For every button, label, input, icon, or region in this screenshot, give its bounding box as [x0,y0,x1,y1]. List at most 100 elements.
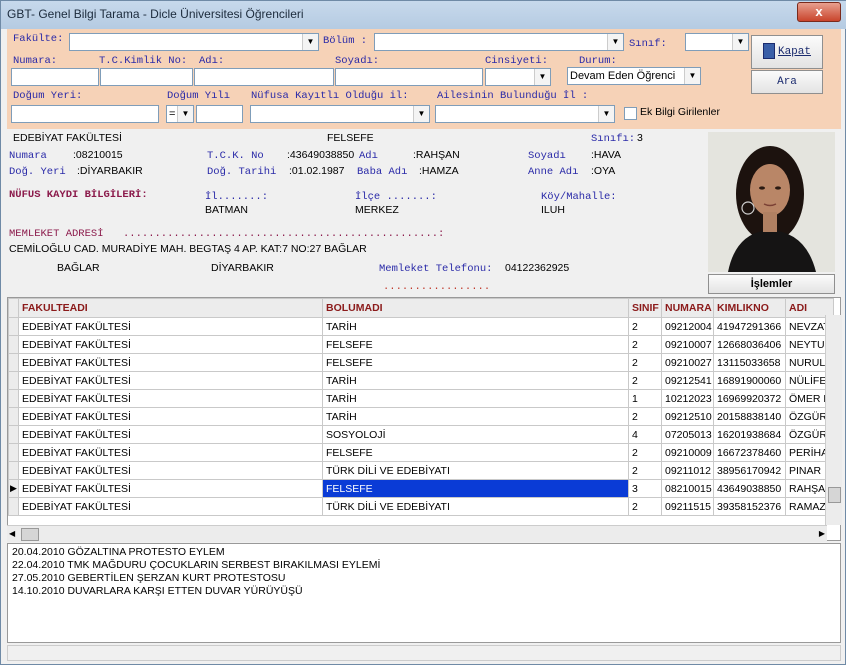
table-cell[interactable]: 4 [628,425,662,444]
column-header[interactable]: NUMARA [661,298,714,318]
scroll-left-arrow-icon[interactable]: ◀ [9,529,15,538]
soyadi-input[interactable] [335,68,483,86]
table-cell[interactable]: 09210027 [661,353,714,372]
table-cell[interactable]: 2 [628,497,662,516]
table-cell[interactable]: FELSEFE [322,443,629,462]
table-cell[interactable]: 09212004 [661,317,714,336]
nufus-il-select[interactable]: ▼ [250,105,430,123]
table-row[interactable]: EDEBİYAT FAKÜLTESİ TARİH 2 09212541 16891900… [8,371,834,390]
scroll-thumb[interactable] [828,487,841,503]
table-cell[interactable]: 2 [628,443,662,462]
column-header[interactable]: FAKULTEADI [18,298,323,318]
table-row[interactable]: EDEBİYAT FAKÜLTESİ TÜRK DİLİ VE EDEBİYATI… [8,461,834,480]
table-cell[interactable]: 2 [628,461,662,480]
table-row-selected[interactable]: ▶ EDEBİYAT FAKÜLTESİ FELSEFE 3 08210015 43649… [8,479,834,498]
dogum-yili-input[interactable] [196,105,243,123]
table-cell[interactable]: FELSEFE [322,353,629,372]
table-cell[interactable]: 09211515 [661,497,714,516]
table-row[interactable]: EDEBİYAT FAKÜLTESİ TARİH 1 10212023 16969920… [8,389,834,408]
table-cell[interactable]: 2 [628,353,662,372]
tc-input[interactable] [100,68,193,86]
table-cell[interactable]: 1 [628,389,662,408]
close-button[interactable]: x [797,2,841,22]
table-cell[interactable]: EDEBİYAT FAKÜLTESİ [18,497,323,516]
table-cell[interactable]: 10212023 [661,389,714,408]
table-row[interactable]: EDEBİYAT FAKÜLTESİ FELSEFE 2 09210027 131150… [8,353,834,372]
table-cell[interactable]: TARİH [322,317,629,336]
table-cell[interactable]: 2 [628,371,662,390]
table-row[interactable]: EDEBİYAT FAKÜLTESİ TARİH 2 09212510 20158838… [8,407,834,426]
table-cell[interactable]: FELSEFE [322,335,629,354]
table-row[interactable]: EDEBİYAT FAKÜLTESİ TARİH 2 09212004 41947291… [8,317,834,336]
table-cell[interactable]: EDEBİYAT FAKÜLTESİ [18,443,323,462]
table-cell[interactable]: EDEBİYAT FAKÜLTESİ [18,407,323,426]
table-cell[interactable]: TARİH [322,407,629,426]
table-cell[interactable]: 12668036406 [713,335,786,354]
dogum-yili-operator[interactable]: = ▼ [166,105,194,123]
kapat-button[interactable]: Kapat [751,35,823,69]
fakulte-select[interactable]: ▼ [69,33,319,51]
table-row[interactable]: EDEBİYAT FAKÜLTESİ FELSEFE 2 09210007 126680… [8,335,834,354]
islemler-button[interactable]: İşlemler [708,274,835,294]
table-cell[interactable]: 2 [628,317,662,336]
adi-input[interactable] [194,68,334,86]
aile-label: Ailesinin Bulunduğu İl : [437,90,589,102]
table-cell[interactable]: 09210007 [661,335,714,354]
table-cell[interactable]: TARİH [322,371,629,390]
table-cell[interactable]: 16891900060 [713,371,786,390]
dogum-yeri-label: Doğum Yeri: [13,90,83,102]
table-cell[interactable]: 08210015 [661,479,714,498]
scroll-right-arrow-icon[interactable]: ▶ [819,529,825,538]
row-indicator-header [8,298,19,318]
table-cell[interactable]: EDEBİYAT FAKÜLTESİ [18,425,323,444]
grid-horizontal-scrollbar[interactable]: ◀ ▶ [7,525,827,542]
table-cell[interactable]: 3 [628,479,662,498]
table-cell[interactable]: 16969920372 [713,389,786,408]
cinsiyet-select[interactable]: ▼ [485,68,551,86]
notes-memo[interactable]: 20.04.2010 GÖZALTINA PROTESTO EYLEM 22.0… [7,543,841,643]
table-cell[interactable]: 09211012 [661,461,714,480]
table-cell[interactable]: 20158838140 [713,407,786,426]
table-cell[interactable]: EDEBİYAT FAKÜLTESİ [18,389,323,408]
sinif-select[interactable]: ▼ [685,33,749,51]
table-cell[interactable]: EDEBİYAT FAKÜLTESİ [18,479,323,498]
table-cell[interactable]: EDEBİYAT FAKÜLTESİ [18,317,323,336]
table-cell[interactable]: 2 [628,407,662,426]
table-cell[interactable]: 38956170942 [713,461,786,480]
table-cell[interactable]: TARİH [322,389,629,408]
grid-vertical-scrollbar[interactable] [825,315,842,525]
table-cell[interactable]: 41947291366 [713,317,786,336]
table-cell[interactable]: SOSYOLOJİ [322,425,629,444]
dogum-yeri-input[interactable] [11,105,159,123]
table-cell[interactable]: EDEBİYAT FAKÜLTESİ [18,335,323,354]
table-cell[interactable]: 13115033658 [713,353,786,372]
table-row[interactable]: EDEBİYAT FAKÜLTESİ TÜRK DİLİ VE EDEBİYATI… [8,497,834,516]
column-header[interactable]: SINIF [628,298,662,318]
table-row[interactable]: EDEBİYAT FAKÜLTESİ SOSYOLOJİ 4 07205013 1620… [8,425,834,444]
column-header[interactable]: KIMLIKNO [713,298,786,318]
numara-input[interactable] [11,68,99,86]
table-cell[interactable]: 09212510 [661,407,714,426]
ara-button[interactable]: Ara [751,70,823,94]
table-cell[interactable]: TÜRK DİLİ VE EDEBİYATI [322,461,629,480]
table-cell[interactable]: 09210009 [661,443,714,462]
table-cell[interactable]: 07205013 [661,425,714,444]
column-header[interactable]: BOLUMADI [322,298,629,318]
table-cell[interactable]: EDEBİYAT FAKÜLTESİ [18,353,323,372]
table-cell[interactable]: EDEBİYAT FAKÜLTESİ [18,371,323,390]
bolum-select[interactable]: ▼ [374,33,624,51]
table-cell[interactable]: 43649038850 [713,479,786,498]
table-cell[interactable]: 16201938684 [713,425,786,444]
table-row[interactable]: EDEBİYAT FAKÜLTESİ FELSEFE 2 09210009 166723… [8,443,834,462]
table-cell[interactable]: EDEBİYAT FAKÜLTESİ [18,461,323,480]
table-cell[interactable]: 16672378460 [713,443,786,462]
table-cell[interactable]: 2 [628,335,662,354]
ek-bilgi-checkbox[interactable] [624,107,637,120]
durum-select[interactable]: Devam Eden Öğrenci ▼ [567,67,701,85]
table-cell[interactable]: FELSEFE [322,479,629,498]
table-cell[interactable]: 39358152376 [713,497,786,516]
scroll-thumb[interactable] [21,528,39,541]
table-cell[interactable]: TÜRK DİLİ VE EDEBİYATI [322,497,629,516]
table-cell[interactable]: 09212541 [661,371,714,390]
aile-il-select[interactable]: ▼ [435,105,615,123]
